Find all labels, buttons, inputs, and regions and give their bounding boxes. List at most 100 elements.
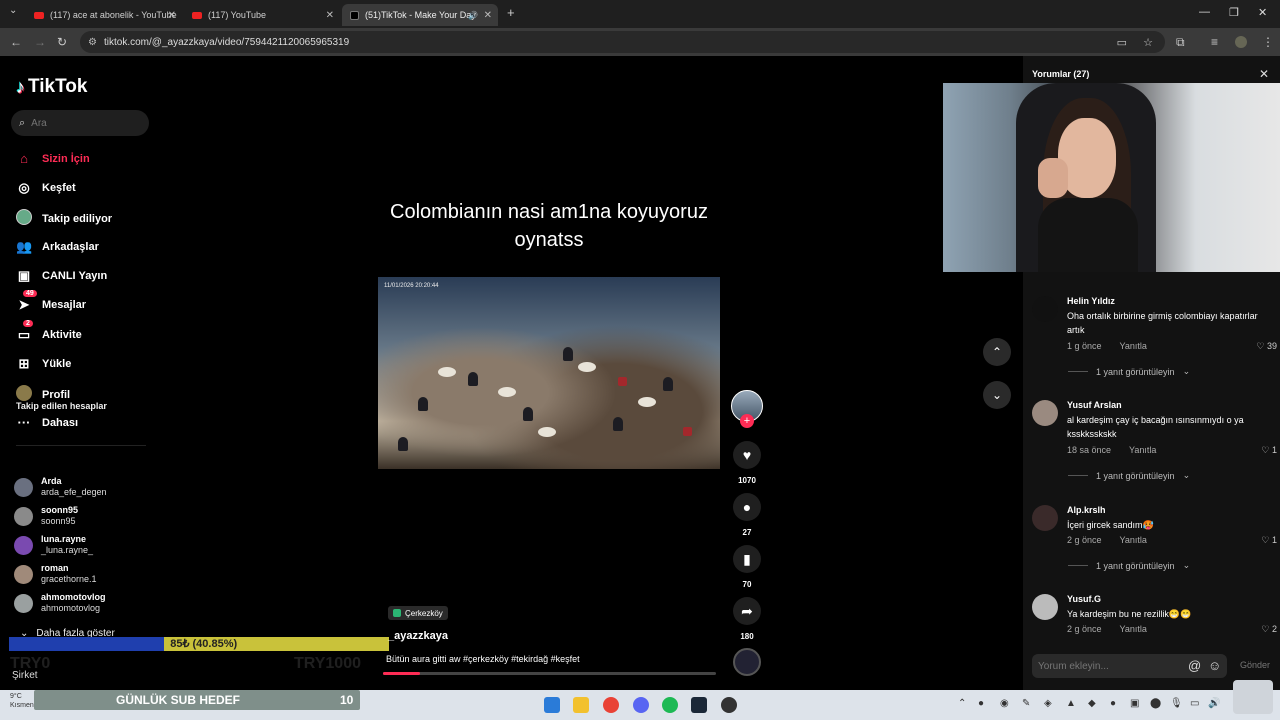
tray-pen-icon[interactable]: ✎ (1022, 698, 1030, 709)
comment-like-button[interactable]: ♡ 2 (1261, 624, 1277, 635)
close-icon[interactable]: ✕ (326, 10, 334, 21)
network-icon[interactable]: ▭ (1190, 698, 1199, 709)
comment-like-button[interactable]: ♡ 1 (1261, 535, 1277, 546)
microphone-icon[interactable]: 🎙 (1170, 698, 1183, 709)
following-account[interactable]: luna.rayne _luna.rayne_ (14, 534, 93, 556)
tab-youtube-2[interactable]: (117) YouTube ✕ (184, 4, 340, 26)
url-field[interactable]: ⚙ tiktok.com/@_ayazzkaya/video/759442112… (80, 31, 1165, 53)
new-tab-icon[interactable]: + (507, 5, 515, 20)
video-author[interactable]: _ayazzkaya (388, 630, 448, 642)
next-video-button[interactable]: ⌄ (983, 381, 1011, 409)
emoji-icon[interactable]: ☺ (1208, 658, 1221, 673)
tray-app-icon[interactable]: ● (978, 698, 984, 709)
following-account[interactable]: roman gracethorne.1 (14, 563, 97, 585)
search-box[interactable]: ⌕ (11, 110, 149, 136)
tray-chevron-up-icon[interactable]: ⌃ (958, 698, 966, 709)
tray-app-icon[interactable]: ▲ (1066, 698, 1076, 709)
avatar[interactable] (1032, 400, 1058, 426)
avatar[interactable] (1032, 505, 1058, 531)
chrome-icon[interactable] (603, 697, 619, 713)
follow-plus-icon[interactable]: + (740, 414, 754, 428)
nav-activity[interactable]: ▭ 2 Aktivite (16, 320, 82, 343)
comment-author[interactable]: Yusuf.G (1067, 594, 1101, 604)
tab-tiktok[interactable]: (51)TikTok - Make Your Day 🔊 ✕ (342, 4, 498, 26)
nav-explore[interactable]: ◎ Keşfet (16, 180, 75, 196)
minimize-icon[interactable]: — (1199, 6, 1210, 18)
file-explorer-icon[interactable] (573, 697, 589, 713)
following-account[interactable]: soonn95 soonn95 (14, 505, 78, 527)
spotify-icon[interactable] (662, 697, 678, 713)
tray-nvidia-icon[interactable]: ▣ (1130, 698, 1139, 709)
steam-icon[interactable] (691, 697, 707, 713)
location-tag[interactable]: Çerkezköy (388, 606, 448, 620)
restore-icon[interactable]: ❐ (1229, 6, 1239, 19)
menu-dots-icon[interactable]: ⋮ (1262, 35, 1274, 49)
avatar[interactable] (1032, 594, 1058, 620)
close-comments-icon[interactable]: ✕ (1259, 67, 1269, 81)
forward-icon[interactable]: → (34, 35, 46, 49)
tray-app-icon[interactable]: ● (1110, 698, 1116, 709)
view-replies-button[interactable]: 1 yanıt görüntüleyin ⌄ (1068, 470, 1190, 481)
search-input[interactable] (31, 117, 132, 129)
view-replies-button[interactable]: 1 yanıt görüntüleyin ⌄ (1068, 366, 1190, 377)
tab-list-chevron-icon[interactable]: ⌄ (9, 5, 17, 16)
comment-button[interactable]: ● (733, 493, 761, 521)
nav-for-you[interactable]: ⌂ Sizin İçin (16, 151, 90, 166)
media-control-icon[interactable]: ≡ (1211, 35, 1218, 49)
nav-upload[interactable]: ⊞ Yükle (16, 356, 72, 372)
reply-button[interactable]: Yanıtla (1120, 624, 1147, 634)
nav-more[interactable]: ··· Dahası (16, 415, 79, 430)
following-account[interactable]: ahmomotovlog ahmomotovlog (14, 592, 106, 614)
webcam-overlay (943, 83, 1280, 272)
company-link[interactable]: Şirket (12, 670, 38, 681)
tray-app-icon[interactable]: ◆ (1088, 698, 1096, 709)
comment-input[interactable] (1038, 660, 1178, 672)
extensions-icon[interactable]: ⧉ (1176, 35, 1185, 50)
reload-icon[interactable]: ↻ (57, 35, 67, 49)
mention-icon[interactable]: @ (1188, 658, 1201, 673)
bookmark-star-icon[interactable]: ☆ (1143, 36, 1153, 49)
like-button[interactable]: ♥ (733, 441, 761, 469)
send-button[interactable]: Gönder (1240, 660, 1270, 670)
profile-avatar-icon[interactable] (1235, 36, 1247, 48)
close-window-icon[interactable]: ✕ (1258, 6, 1267, 19)
volume-icon[interactable]: 🔊 (1208, 698, 1220, 709)
music-disc-icon[interactable] (733, 648, 761, 676)
back-icon[interactable]: ← (10, 35, 22, 49)
previous-video-button[interactable]: ⌃ (983, 338, 1011, 366)
video-player[interactable]: 11/01/2026 20:20:44 (378, 277, 720, 469)
following-account[interactable]: Arda arda_efe_degen (14, 476, 107, 498)
save-button[interactable]: ▮ (733, 545, 761, 573)
comment-author[interactable]: Alp.krslh (1067, 505, 1106, 515)
tray-record-icon[interactable]: ⬤ (1150, 698, 1161, 709)
comment-like-button[interactable]: ♡ 1 (1261, 445, 1277, 456)
nav-live[interactable]: ▣ CANLI Yayın (16, 268, 107, 284)
close-icon[interactable]: ✕ (168, 10, 176, 21)
nav-following[interactable]: Takip ediliyor (16, 209, 112, 228)
comment-author[interactable]: Yusuf Arslan (1067, 400, 1122, 410)
comment-like-button[interactable]: ♡ 39 (1256, 341, 1277, 352)
share-button[interactable]: ➦ (733, 597, 761, 625)
comment-input-box[interactable]: @ ☺ (1032, 654, 1227, 678)
discord-icon[interactable] (633, 697, 649, 713)
windows-start-icon[interactable] (544, 697, 560, 713)
close-icon[interactable]: ✕ (484, 10, 492, 21)
view-replies-button[interactable]: 1 yanıt görüntüleyin ⌄ (1068, 560, 1190, 571)
reply-button[interactable]: Yanıtla (1120, 341, 1147, 351)
video-progress-bar[interactable] (383, 672, 716, 675)
tray-app-icon[interactable]: ◈ (1044, 698, 1052, 709)
site-info-icon[interactable]: ⚙ (88, 37, 97, 48)
comment-author[interactable]: Helin Yıldız (1067, 296, 1115, 306)
nav-messages[interactable]: ➤ 49 Mesajlar (16, 290, 86, 313)
reply-button[interactable]: Yanıtla (1129, 445, 1156, 455)
home-icon: ⌂ (20, 151, 28, 166)
tab-youtube-1[interactable]: (117) ace at abonelik - YouTube ✕ (26, 4, 182, 26)
cast-icon[interactable]: ▭ (1117, 36, 1127, 49)
speaker-icon[interactable]: 🔊 (468, 11, 478, 20)
reply-button[interactable]: Yanıtla (1120, 535, 1147, 545)
tiktok-logo[interactable]: ♪ TikTok (16, 76, 87, 98)
tray-steam-icon[interactable]: ◉ (1000, 698, 1009, 709)
nav-friends[interactable]: 👥 Arkadaşlar (16, 239, 99, 255)
avatar[interactable] (1032, 296, 1058, 322)
obs-icon[interactable] (721, 697, 737, 713)
